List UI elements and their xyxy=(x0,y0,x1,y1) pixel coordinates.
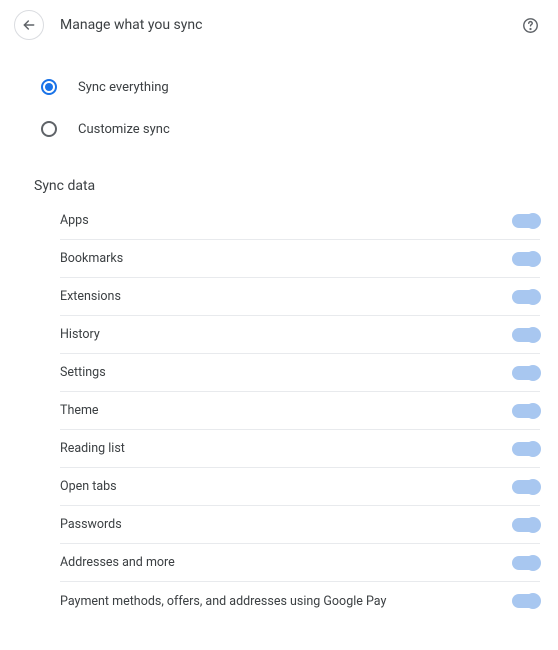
sync-item-label: Reading list xyxy=(60,441,125,456)
toggle-knob xyxy=(525,289,541,305)
toggle-theme[interactable] xyxy=(512,404,540,418)
sync-item-label: Extensions xyxy=(60,289,121,304)
toggle-knob xyxy=(525,593,541,609)
sync-data-list: Apps Bookmarks Extensions History Settin… xyxy=(0,202,558,620)
sync-item-theme: Theme xyxy=(60,392,540,430)
toggle-knob xyxy=(525,517,541,533)
sync-mode-group: Sync everything Customize sync xyxy=(0,50,558,154)
radio-icon xyxy=(40,78,58,96)
section-title: Sync data xyxy=(0,154,558,202)
toggle-open-tabs[interactable] xyxy=(512,480,540,494)
sync-item-passwords: Passwords xyxy=(60,506,540,544)
toggle-knob xyxy=(525,251,541,267)
toggle-knob xyxy=(525,403,541,419)
toggle-addresses[interactable] xyxy=(512,556,540,570)
toggle-knob xyxy=(525,365,541,381)
sync-item-settings: Settings xyxy=(60,354,540,392)
sync-item-label: Bookmarks xyxy=(60,251,123,266)
toggle-extensions[interactable] xyxy=(512,290,540,304)
sync-item-history: History xyxy=(60,316,540,354)
toggle-passwords[interactable] xyxy=(512,518,540,532)
header: Manage what you sync xyxy=(0,0,558,50)
toggle-payment-methods[interactable] xyxy=(512,594,540,608)
toggle-knob xyxy=(525,555,541,571)
back-button[interactable] xyxy=(14,10,44,40)
help-button[interactable] xyxy=(520,15,540,35)
sync-item-open-tabs: Open tabs xyxy=(60,468,540,506)
radio-icon xyxy=(40,120,58,138)
sync-item-label: Settings xyxy=(60,365,106,380)
sync-item-label: Theme xyxy=(60,403,99,418)
radio-label: Customize sync xyxy=(78,122,170,137)
sync-item-extensions: Extensions xyxy=(60,278,540,316)
sync-item-apps: Apps xyxy=(60,202,540,240)
arrow-left-icon xyxy=(21,17,37,33)
toggle-apps[interactable] xyxy=(512,214,540,228)
sync-item-payment-methods: Payment methods, offers, and addresses u… xyxy=(60,582,540,620)
sync-item-label: Apps xyxy=(60,213,89,228)
radio-customize-sync[interactable]: Customize sync xyxy=(0,110,558,148)
page-title: Manage what you sync xyxy=(60,17,520,33)
sync-item-label: Payment methods, offers, and addresses u… xyxy=(60,594,386,609)
sync-item-reading-list: Reading list xyxy=(60,430,540,468)
sync-item-label: History xyxy=(60,327,100,342)
sync-item-label: Addresses and more xyxy=(60,555,175,570)
sync-item-addresses: Addresses and more xyxy=(60,544,540,582)
sync-item-label: Open tabs xyxy=(60,479,117,494)
toggle-reading-list[interactable] xyxy=(512,442,540,456)
toggle-bookmarks[interactable] xyxy=(512,252,540,266)
help-icon xyxy=(522,17,539,34)
toggle-settings[interactable] xyxy=(512,366,540,380)
toggle-knob xyxy=(525,213,541,229)
toggle-knob xyxy=(525,327,541,343)
toggle-knob xyxy=(525,441,541,457)
toggle-history[interactable] xyxy=(512,328,540,342)
radio-sync-everything[interactable]: Sync everything xyxy=(0,68,558,106)
radio-label: Sync everything xyxy=(78,80,169,95)
toggle-knob xyxy=(525,479,541,495)
sync-item-bookmarks: Bookmarks xyxy=(60,240,540,278)
sync-item-label: Passwords xyxy=(60,517,122,532)
